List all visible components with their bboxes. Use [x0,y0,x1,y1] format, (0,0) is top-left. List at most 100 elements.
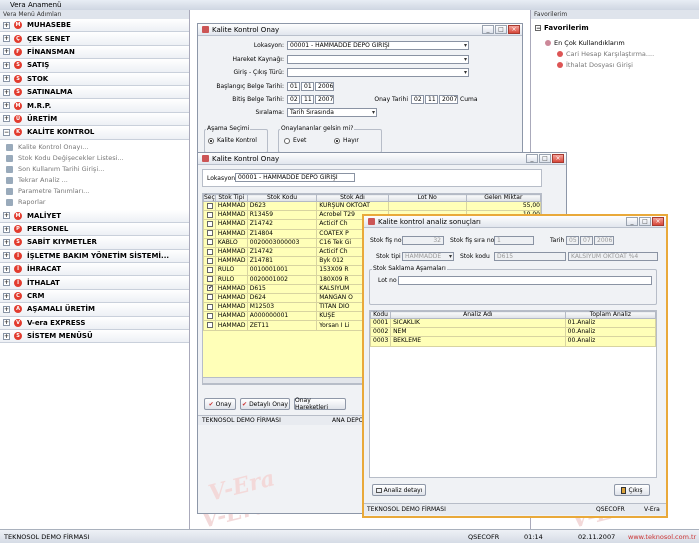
onay-gun[interactable]: 02 [411,95,424,104]
expand-icon[interactable]: + [3,61,10,69]
column-header[interactable]: Seç [203,194,216,202]
favorite-item-ithalat[interactable]: İthalat Dosyası Girişi [557,61,633,69]
maximize-icon[interactable]: □ [495,25,507,34]
select-checkbox[interactable] [203,311,216,322]
select-checkbox[interactable] [203,256,216,267]
column-header[interactable]: Kodu [369,311,392,319]
detayli-onay-button[interactable]: ✔ Detaylı Onay [240,398,290,410]
submenu-item-2[interactable]: Son Kullanım Tarihi Girişi... [0,164,189,175]
maximize-icon[interactable]: □ [539,154,551,163]
select-checkbox[interactable]: ✔ [203,283,216,294]
favorites-root[interactable]: − Favorilerim [535,24,589,32]
column-header[interactable]: Stok Tipi [214,194,248,202]
menu-item-top-6[interactable]: + M M.R.P. [0,99,189,113]
expand-icon[interactable]: + [3,48,10,56]
baslangic-yil[interactable]: 2006 [315,82,334,91]
expand-icon[interactable]: + [3,225,10,233]
onay-ay[interactable]: 11 [425,95,438,104]
menu-item-top-4[interactable]: + S STOK [0,72,189,86]
menu-item-bottom-8[interactable]: + V V-era EXPRESS [0,316,189,331]
close-icon[interactable]: × [508,25,520,34]
select-checkbox[interactable] [203,320,216,331]
select-checkbox[interactable] [203,219,216,230]
minimize-icon[interactable]: _ [626,217,638,226]
select-checkbox[interactable] [203,292,216,304]
expand-icon[interactable]: + [3,332,10,340]
window-title-bar[interactable]: Kalite Kontrol Onay _ □ × [198,153,566,165]
bitis-ay[interactable]: 11 [301,95,314,104]
table-row[interactable]: 0001 SICAKLIK 01.Analiz [369,317,657,329]
menu-item-top-7[interactable]: + Ü ÜRETİM [0,112,189,127]
menu-item-top-0[interactable]: + M MUHASEBE [0,19,189,33]
expand-icon[interactable]: + [3,212,10,220]
window-title-bar[interactable]: Kalite kontrol analiz sonuçları _ □ × [364,216,666,228]
expand-icon[interactable]: + [3,21,10,29]
menu-item-top-5[interactable]: + S SATINALMA [0,85,189,100]
hareket-kaynagi-select[interactable] [287,55,469,64]
table-row[interactable]: HAMMAD D623 KURŞUN OKTOAT 55,00 [203,200,541,212]
menu-item-bottom-3[interactable]: + İ İŞLETME BAKIM YÖNETİM SİSTEMİ... [0,249,189,264]
menu-item-bottom-2[interactable]: + S SABİT KIYMETLER [0,236,189,250]
minimize-icon[interactable]: _ [482,25,494,34]
select-checkbox[interactable] [203,246,216,258]
hayir-radio[interactable]: Hayır [334,137,359,144]
column-header[interactable]: Stok Adı [316,194,389,202]
expand-icon[interactable]: + [3,102,10,110]
expand-icon[interactable]: + [3,319,10,327]
analiz-grid[interactable]: Kodu Analiz Adı Toplam Analiz 0001 SICAKLIK… [369,310,657,478]
menu-item-bottom-5[interactable]: + İ İTHALAT [0,276,189,290]
menu-item-bottom-9[interactable]: + S SİSTEM MENÜSÜ [0,330,189,344]
expand-icon[interactable]: + [3,35,10,43]
window-title-bar[interactable]: Kalite Kontrol Onay _ □ × [198,24,522,36]
expand-icon[interactable]: + [3,292,10,300]
menu-item-top-3[interactable]: + S SATIŞ [0,59,189,73]
column-header[interactable]: Stok Kodu [246,194,318,202]
menu-item-bottom-4[interactable]: + İ İHRACAT [0,263,189,277]
collapse-icon[interactable]: − [3,128,10,136]
submenu-item-3[interactable]: Tekrar Analiz ... [0,175,189,186]
menu-item-top-1[interactable]: + Ç ÇEK SENET [0,32,189,46]
favorites-group[interactable]: En Çok Kullandıklarım [545,39,625,47]
select-checkbox[interactable] [203,274,216,285]
evet-radio[interactable]: Evet [284,137,306,144]
bitis-yil[interactable]: 2007 [315,95,334,104]
onay-yil[interactable]: 2007 [439,95,458,104]
lokasyon-select[interactable]: 00001 - HAMMADDE DEPO GİRİŞİ [287,41,469,50]
column-header[interactable]: Toplam Analiz [564,311,657,319]
expand-icon[interactable]: + [3,252,10,260]
lot-no-field[interactable] [398,276,652,285]
column-header[interactable]: Lot No [387,194,467,202]
close-icon[interactable]: × [552,154,564,163]
giris-cikis-select[interactable] [287,68,469,77]
select-checkbox[interactable] [203,265,216,276]
baslangic-ay[interactable]: 01 [301,82,314,91]
expand-icon[interactable]: + [3,88,10,96]
siralama-select[interactable]: Tarih Sırasında [287,108,377,117]
menu-item-top-2[interactable]: + F FİNANSMAN [0,45,189,60]
onay-button[interactable]: ✔ Onay [204,398,236,410]
expand-icon[interactable]: + [3,279,10,287]
column-header[interactable]: Analiz Adı [390,311,566,319]
baslangic-gun[interactable]: 01 [287,82,300,91]
maximize-icon[interactable]: □ [639,217,651,226]
select-checkbox[interactable] [203,200,216,212]
kalite-kontrol-radio[interactable]: Kalite Kontrol [208,137,257,144]
menu-item-top-8[interactable]: − K KALİTE KONTROL [0,126,189,140]
menu-item-bottom-7[interactable]: + A AŞAMALI ÜRETİM [0,303,189,317]
status-website[interactable]: www.teknosol.com.tr [628,533,696,541]
expand-icon[interactable]: + [3,305,10,313]
expand-icon[interactable]: + [3,238,10,246]
table-row[interactable]: 0003 BEKLEME 00.Analiz [369,336,657,347]
analiz-detayi-button[interactable]: Analiz detayı [372,484,426,496]
column-header[interactable]: Gelen Miktar [465,194,541,202]
menu-item-bottom-1[interactable]: + P PERSONEL [0,222,189,237]
submenu-item-4[interactable]: Parametre Tanımları... [0,186,189,197]
onay-hareketleri-button[interactable]: Onay Hareketleri [294,397,346,411]
collapse-icon[interactable]: − [535,25,541,32]
table-row[interactable]: 0002 NEM 00.Analiz [369,327,657,338]
expand-icon[interactable]: + [3,115,10,123]
select-checkbox[interactable] [203,210,216,221]
menu-item-bottom-6[interactable]: + C CRM [0,289,189,304]
minimize-icon[interactable]: _ [526,154,538,163]
select-checkbox[interactable] [203,228,216,239]
